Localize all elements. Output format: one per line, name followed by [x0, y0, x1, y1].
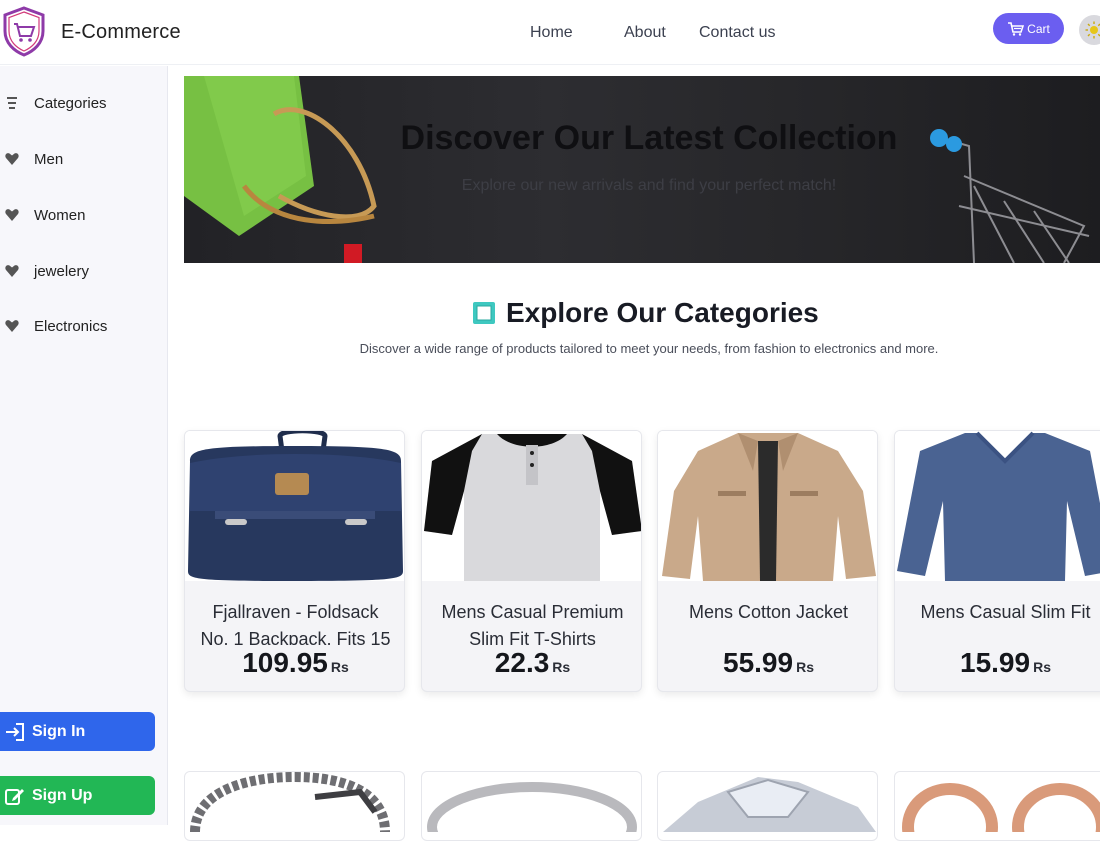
- sidebar-item-categories[interactable]: Categories: [0, 85, 168, 121]
- categories-heading: Explore Our Categories: [472, 297, 819, 329]
- product-name: Fjallraven - Foldsack No. 1 Backpack, Fi…: [200, 602, 391, 645]
- edit-icon: [5, 788, 24, 805]
- product-price: 15.99 Rs: [895, 647, 1100, 679]
- nav-home-link[interactable]: Home: [530, 24, 573, 42]
- product-name: Mens Casual Slim Fit: [920, 602, 1091, 622]
- price-value: 22.3: [494, 647, 550, 678]
- price-currency: Rs: [1033, 659, 1051, 675]
- price-currency: Rs: [796, 659, 814, 675]
- sidebar-item-label: Men: [34, 150, 64, 168]
- sidebar-item-label: jewelery: [34, 262, 90, 280]
- brand-name[interactable]: E-Commerce: [61, 21, 181, 44]
- heart-icon: [5, 209, 19, 221]
- product-image: [902, 783, 1100, 840]
- product-image: [663, 777, 876, 832]
- sign-in-label: Sign In: [32, 722, 86, 740]
- price-currency: Rs: [552, 659, 571, 675]
- product-price: 22.3 Rs: [422, 647, 641, 679]
- heart-icon: [5, 265, 19, 277]
- sign-up-label: Sign Up: [32, 786, 93, 804]
- product-image: [427, 782, 637, 840]
- sun-icon: [1085, 21, 1100, 39]
- price-currency: Rs: [330, 659, 349, 675]
- banner-background-image: [184, 76, 1090, 263]
- sidebar-item-men[interactable]: Men: [0, 141, 168, 177]
- product-price: 109.95 Rs: [185, 647, 404, 679]
- banner-title: Discover Our Latest Collection: [400, 119, 898, 157]
- hero-banner: Discover Our Latest Collection Explore o…: [184, 76, 1100, 263]
- product-card[interactable]: [421, 771, 642, 841]
- top-navbar: E-Commerce Home About Contact us Cart: [0, 0, 1100, 65]
- product-card[interactable]: Mens Cotton Jacket 55.99 Rs: [657, 430, 878, 692]
- price-value: 15.99: [960, 647, 1031, 678]
- product-card[interactable]: [657, 771, 878, 841]
- nav-about-link[interactable]: About: [624, 24, 666, 42]
- banner-subtitle: Explore our new arrivals and find your p…: [461, 177, 837, 194]
- product-image: [658, 431, 877, 581]
- price-value: 109.95: [242, 647, 328, 678]
- shield-cart-logo-icon[interactable]: [1, 5, 47, 57]
- sidebar-item-electronics[interactable]: Electronics: [0, 308, 168, 344]
- list-icon: [7, 97, 17, 109]
- product-card[interactable]: Mens Casual Slim Fit 15.99 Rs: [894, 430, 1100, 692]
- product-price: 55.99 Rs: [658, 647, 877, 679]
- sign-up-button[interactable]: Sign Up: [0, 776, 155, 815]
- heart-icon: [5, 320, 19, 332]
- product-card[interactable]: [184, 771, 405, 841]
- sidebar-item-label: Electronics: [34, 317, 108, 335]
- nav-contact-link[interactable]: Contact us: [699, 24, 775, 42]
- product-name: Mens Cotton Jacket: [688, 602, 849, 622]
- theme-toggle-button[interactable]: [1079, 15, 1100, 45]
- square-icon: [473, 302, 495, 324]
- sidebar-item-women[interactable]: Women: [0, 197, 168, 233]
- cart-icon: [1008, 21, 1025, 36]
- cart-button[interactable]: Cart: [993, 13, 1064, 44]
- cart-label: Cart: [1027, 21, 1050, 36]
- product-image: [895, 431, 1100, 581]
- sidebar-item-jewelery[interactable]: jewelery: [0, 253, 168, 289]
- product-image: [422, 431, 641, 581]
- heart-icon: [5, 153, 19, 165]
- price-value: 55.99: [723, 647, 794, 678]
- categories-title: Explore Our Categories: [506, 297, 819, 328]
- product-card[interactable]: Mens Casual Premium Slim Fit T-Shirts 22…: [421, 430, 642, 692]
- product-card[interactable]: Fjallraven - Foldsack No. 1 Backpack, Fi…: [184, 430, 405, 692]
- product-image: [190, 772, 390, 833]
- product-name: Mens Casual Premium Slim Fit T-Shirts: [441, 602, 624, 645]
- sidebar-item-label: Women: [34, 206, 86, 224]
- sidebar-item-label: Categories: [34, 94, 107, 112]
- product-card[interactable]: [894, 771, 1100, 841]
- login-icon: [6, 722, 24, 741]
- categories-description: Discover a wide range of products tailor…: [359, 341, 939, 356]
- sign-in-button[interactable]: Sign In: [0, 712, 155, 751]
- product-image: [185, 431, 404, 581]
